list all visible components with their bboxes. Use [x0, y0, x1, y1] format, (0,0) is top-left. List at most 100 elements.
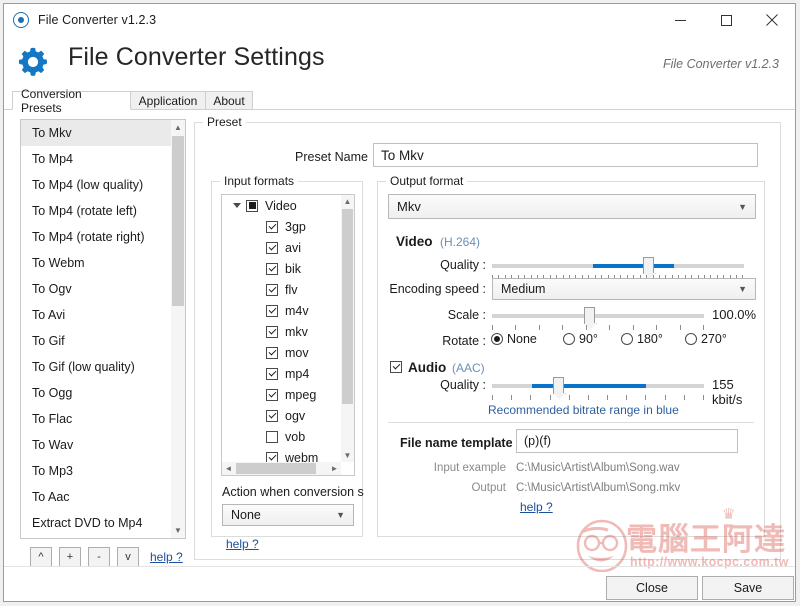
- save-button[interactable]: Save: [702, 576, 794, 600]
- list-item[interactable]: To Mp4: [21, 146, 185, 172]
- tree-item-mkv[interactable]: mkv: [222, 321, 354, 342]
- tree-item-avi[interactable]: avi: [222, 237, 354, 258]
- scrollbar-thumb[interactable]: [172, 136, 184, 306]
- video-quality-slider[interactable]: [492, 257, 744, 274]
- chevron-down-icon[interactable]: [228, 203, 246, 208]
- output-format-label: Output format: [386, 174, 468, 188]
- chevron-down-icon[interactable]: ▼: [341, 449, 354, 462]
- tab-conversion-presets[interactable]: Conversion Presets: [12, 87, 131, 115]
- audio-quality-slider[interactable]: [492, 377, 704, 394]
- action-when-conversion-select[interactable]: None ▼: [222, 504, 354, 526]
- scale-label: Scale :: [447, 308, 486, 322]
- tree-label: flv: [285, 282, 298, 297]
- list-item[interactable]: To Mkv: [21, 120, 185, 146]
- checkbox[interactable]: [266, 367, 278, 380]
- rotate-option-180[interactable]: 180°: [621, 332, 663, 346]
- tree-item-ogv[interactable]: ogv: [222, 405, 354, 426]
- tab-application[interactable]: Application: [130, 91, 206, 110]
- list-item[interactable]: To Mp4 (low quality): [21, 172, 185, 198]
- audio-quality-knob[interactable]: [553, 377, 564, 394]
- preset-list-scrollbar[interactable]: ▲ ▼: [171, 120, 185, 538]
- radio-icon[interactable]: [563, 333, 575, 345]
- tree-item-3gp[interactable]: 3gp: [222, 216, 354, 237]
- tree-item-bik[interactable]: bik: [222, 258, 354, 279]
- tree-item-m4v[interactable]: m4v: [222, 300, 354, 321]
- list-item[interactable]: To Flac: [21, 406, 185, 432]
- tree-item-mov[interactable]: mov: [222, 342, 354, 363]
- move-down-button[interactable]: v: [117, 547, 139, 567]
- chevron-right-icon[interactable]: ►: [328, 462, 341, 475]
- list-item[interactable]: To Wav: [21, 432, 185, 458]
- move-up-button[interactable]: ^: [30, 547, 52, 567]
- rotate-option-270[interactable]: 270°: [685, 332, 727, 346]
- list-item[interactable]: To Webm: [21, 250, 185, 276]
- preset-name-input[interactable]: To Mkv: [373, 143, 758, 167]
- filename-help-link[interactable]: help ?: [520, 500, 553, 514]
- tree-item-mpeg[interactable]: mpeg: [222, 384, 354, 405]
- checkbox[interactable]: [266, 409, 278, 422]
- checkbox[interactable]: [266, 220, 278, 233]
- rotate-option-none[interactable]: None: [491, 332, 537, 346]
- chevron-left-icon[interactable]: ◄: [222, 462, 235, 475]
- checkbox[interactable]: [266, 241, 278, 254]
- app-window: File Converter v1.2.3 File Converter Set…: [3, 3, 796, 602]
- list-item[interactable]: To Mp3: [21, 458, 185, 484]
- output-format-select[interactable]: Mkv ▼: [388, 194, 756, 219]
- input-formats-help-link[interactable]: help ?: [226, 537, 259, 551]
- list-item[interactable]: To Avi: [21, 302, 185, 328]
- video-quality-fill: [593, 264, 674, 268]
- tab-about[interactable]: About: [205, 91, 253, 110]
- remove-preset-button[interactable]: -: [88, 547, 110, 567]
- audio-bitrate-note: Recommended bitrate range in blue: [488, 403, 679, 417]
- scale-knob[interactable]: [584, 307, 595, 324]
- list-item[interactable]: To Mp4 (rotate left): [21, 198, 185, 224]
- tree-root-video[interactable]: Video: [222, 195, 354, 216]
- chevron-down-icon[interactable]: ▼: [171, 523, 185, 538]
- tree-item-flv[interactable]: flv: [222, 279, 354, 300]
- video-root-checkbox[interactable]: [246, 199, 258, 212]
- input-example-label: Input example: [433, 462, 506, 474]
- checkbox[interactable]: [266, 346, 278, 359]
- preset-list[interactable]: To Mkv To Mp4 To Mp4 (low quality) To Mp…: [20, 119, 186, 539]
- tab-strip: Conversion Presets Application About: [4, 87, 795, 115]
- tree-item-vob[interactable]: vob: [222, 426, 354, 447]
- rotate-option-90[interactable]: 90°: [563, 332, 598, 346]
- close-icon[interactable]: [749, 4, 795, 36]
- radio-icon[interactable]: [491, 333, 503, 345]
- tree-item-mp4[interactable]: mp4: [222, 363, 354, 384]
- checkbox[interactable]: [266, 430, 278, 443]
- list-item[interactable]: To Mp4 (rotate right): [21, 224, 185, 250]
- scale-slider[interactable]: [492, 307, 704, 324]
- checkbox[interactable]: [266, 304, 278, 317]
- tree-vertical-scrollbar[interactable]: ▲ ▼: [341, 195, 354, 462]
- list-item[interactable]: To Aac: [21, 484, 185, 510]
- audio-enabled-checkbox[interactable]: [390, 361, 402, 373]
- checkbox[interactable]: [266, 262, 278, 275]
- checkbox[interactable]: [266, 388, 278, 401]
- maximize-icon[interactable]: [703, 4, 749, 36]
- radio-icon[interactable]: [621, 333, 633, 345]
- chevron-up-icon[interactable]: ▲: [171, 120, 185, 135]
- encoding-speed-select[interactable]: Medium ▼: [492, 278, 756, 300]
- radio-icon[interactable]: [685, 333, 697, 345]
- input-formats-tree[interactable]: Video 3gp avi bik flv m4v mkv mov mp4 mp…: [221, 194, 355, 476]
- preset-name-label: Preset Name: [295, 150, 368, 164]
- list-item[interactable]: Extract DVD to Mp4: [21, 510, 185, 536]
- minimize-icon[interactable]: [657, 4, 703, 36]
- video-quality-knob[interactable]: [643, 257, 654, 274]
- list-item[interactable]: To Ogg: [21, 380, 185, 406]
- add-preset-button[interactable]: +: [59, 547, 81, 567]
- list-item[interactable]: To Ogv: [21, 276, 185, 302]
- rotate-option-label: 270°: [701, 332, 727, 346]
- checkbox[interactable]: [266, 283, 278, 296]
- chevron-up-icon[interactable]: ▲: [341, 195, 354, 208]
- checkbox[interactable]: [266, 325, 278, 338]
- scrollbar-thumb[interactable]: [236, 463, 316, 474]
- list-item[interactable]: To Gif (low quality): [21, 354, 185, 380]
- filename-template-input[interactable]: (p)(f): [516, 429, 738, 453]
- list-item[interactable]: To Gif: [21, 328, 185, 354]
- close-button[interactable]: Close: [606, 576, 698, 600]
- tree-horizontal-scrollbar[interactable]: ◄ ►: [222, 462, 341, 475]
- scrollbar-thumb[interactable]: [342, 209, 353, 404]
- preset-list-help-link[interactable]: help ?: [150, 550, 183, 564]
